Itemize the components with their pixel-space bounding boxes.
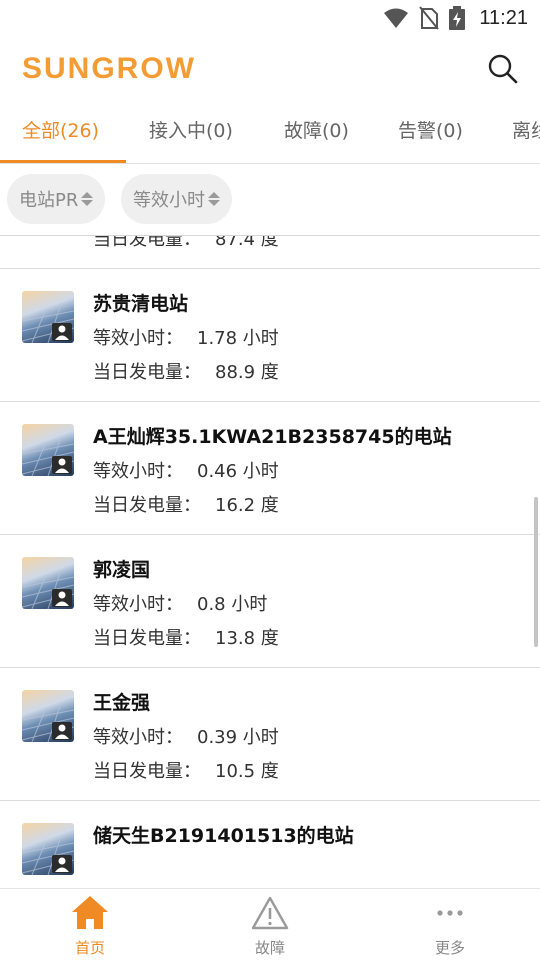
nav-more[interactable]: 更多 (360, 889, 540, 960)
station-item[interactable]: 郭凌国等效小时： 0.8 小时当日发电量： 13.8 度 (0, 535, 540, 668)
station-name: 储天生B2191401513的电站 (93, 825, 354, 847)
user-badge-icon (52, 855, 72, 873)
hours-label: 等效小时： (93, 461, 183, 482)
sort-pr-label: 电站PR (19, 190, 79, 211)
tab-offline[interactable]: 离线 (512, 116, 540, 143)
sort-hours-label: 等效小时 (133, 190, 205, 211)
station-name: 王金强 (93, 692, 151, 714)
status-time: 11:21 (479, 6, 528, 29)
active-tab-indicator (0, 160, 126, 163)
energy-label: 当日发电量： (93, 495, 201, 516)
sort-pr-chip[interactable]: 电站PR (7, 174, 106, 224)
nav-fault-label: 故障 (254, 939, 285, 957)
station-thumbnail (22, 291, 74, 343)
more-icon (437, 910, 463, 916)
station-item[interactable]: 苏贵清电站等效小时： 1.78 小时当日发电量： 88.9 度 (0, 269, 540, 402)
wifi-icon (384, 8, 409, 28)
hours-value: 0.8 小时 (197, 594, 268, 615)
station-name: 苏贵清电站 (93, 293, 189, 315)
hours-value: 1.78 小时 (197, 328, 279, 349)
energy-value: 10.5 度 (215, 761, 279, 782)
energy-label: 当日发电量： (93, 628, 201, 649)
station-list[interactable]: 等效小时：1.75 小时当日发电量：87.4 度苏贵清电站等效小时：1.78 小… (0, 236, 540, 888)
nav-home[interactable]: 首页 (0, 889, 180, 960)
hours-value: 0.46 小时 (197, 461, 279, 482)
station-thumbnail (22, 424, 74, 476)
station-energy-line: 当日发电量： 10.5 度 (93, 757, 279, 783)
station-item[interactable]: A王灿辉35.1KWA21B2358745的电站 等效小时： 0.46 小时当日发电… (0, 402, 540, 535)
station-energy-line: 当日发电量： 16.2 度 (93, 491, 279, 517)
battery-charging-icon (449, 6, 466, 30)
user-badge-icon (52, 722, 72, 740)
station-hours-line: 等效小时： 0.39 小时 (93, 723, 279, 749)
station-item[interactable]: 王金强等效小时： 0.39 小时当日发电量： 10.5 度 (0, 668, 540, 801)
sort-hours-chip[interactable]: 等效小时 (121, 174, 232, 224)
warning-icon (251, 896, 289, 930)
energy-label: 当日发电量： (93, 761, 201, 782)
hours-label: 等效小时： (93, 727, 183, 748)
station-thumbnail (22, 690, 74, 742)
energy-value: 16.2 度 (215, 495, 279, 516)
status-bar: 11:21 (0, 0, 540, 36)
station-energy-line: 当日发电量： 87.4 度 (93, 236, 279, 251)
hours-label: 等效小时： (93, 328, 183, 349)
station-hours-line: 等效小时： 1.78 小时 (93, 324, 279, 350)
nav-fault[interactable]: 故障 (180, 889, 360, 960)
user-badge-icon (52, 589, 72, 607)
bottom-nav: 首页 故障 更多 (0, 888, 540, 960)
user-badge-icon (52, 323, 72, 341)
hours-label: 等效小时： (93, 594, 183, 615)
energy-label: 当日发电量： (93, 236, 201, 250)
nav-more-label: 更多 (434, 939, 465, 957)
nav-home-label: 首页 (74, 939, 105, 957)
search-icon (488, 54, 518, 84)
energy-value: 87.4 度 (215, 236, 279, 250)
station-item[interactable]: 等效小时：1.75 小时当日发电量：87.4 度 (0, 236, 540, 269)
list-scrollbar[interactable] (534, 497, 538, 647)
tab-fault[interactable]: 故障(0) (284, 116, 349, 143)
sort-arrows-icon (208, 192, 220, 206)
sort-bar: 电站PR 等效小时 (0, 164, 540, 236)
sungrow-logo: SUNGROW (22, 52, 196, 85)
station-name: A王灿辉35.1KWA21B2358745的电站 (93, 426, 452, 448)
status-icons: 11:21 (383, 6, 528, 30)
station-thumbnail (22, 823, 74, 875)
search-button[interactable] (486, 52, 520, 86)
user-badge-icon (52, 456, 72, 474)
app-header: SUNGROW (0, 36, 540, 102)
hours-value: 0.39 小时 (197, 727, 279, 748)
station-name: 郭凌国 (93, 559, 151, 581)
tab-connecting[interactable]: 接入中(0) (149, 116, 233, 143)
home-icon (72, 896, 108, 929)
tab-all[interactable]: 全部(26) (22, 116, 99, 143)
energy-label: 当日发电量： (93, 362, 201, 383)
sort-arrows-icon (81, 192, 94, 206)
tab-alarm[interactable]: 告警(0) (398, 116, 463, 143)
status-tabs: 全部(26) 接入中(0) 故障(0) 告警(0) 离线 (0, 102, 540, 164)
station-hours-line: 等效小时： 0.8 小时 (93, 590, 267, 616)
station-hours-line: 等效小时： 0.46 小时 (93, 457, 279, 483)
station-energy-line: 当日发电量： 13.8 度 (93, 624, 279, 650)
energy-value: 88.9 度 (215, 362, 279, 383)
station-item[interactable]: 储天生B2191401513的电站等效小时：当日发电量： (0, 801, 540, 888)
station-energy-line: 当日发电量： 88.9 度 (93, 358, 279, 384)
station-thumbnail (22, 557, 74, 609)
energy-value: 13.8 度 (215, 628, 279, 649)
no-sim-icon (419, 6, 440, 30)
